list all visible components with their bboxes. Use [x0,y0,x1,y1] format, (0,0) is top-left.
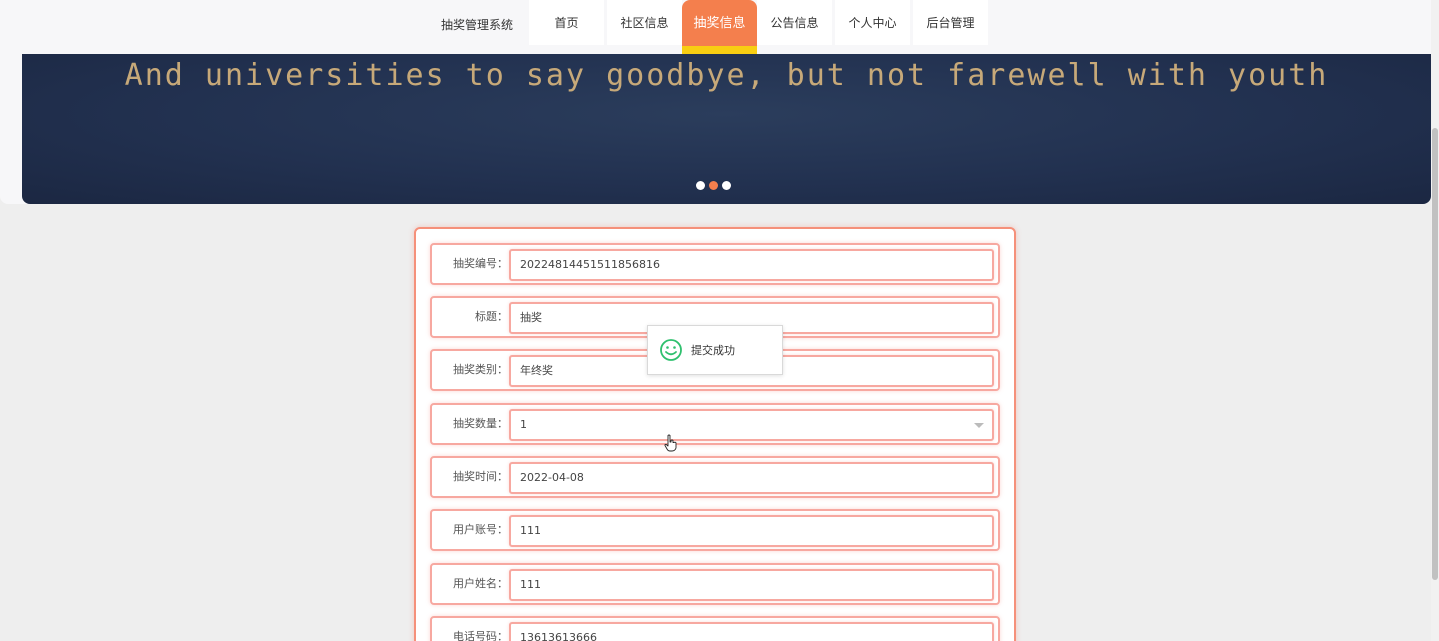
site-brand: 抽奖管理系统 [441,18,514,32]
header-band: 抽奖管理系统 首页 社区信息 抽奖信息 公告信息 个人中心 后台管理 And u… [0,0,1431,204]
chevron-down-icon[interactable] [974,423,984,428]
quantity-select[interactable]: 1 [509,409,994,441]
nav-item-community[interactable]: 社区信息 [607,0,682,45]
form-row-time: 抽奖时间： 2022-04-08 [430,456,1000,498]
form-row-phone: 电话号码： 13613613666 [430,616,1000,641]
carousel-dot-3[interactable] [722,181,731,190]
carousel-indicators [696,181,731,190]
form-row-username: 用户姓名： 111 [430,563,1000,605]
nav-item-announcement[interactable]: 公告信息 [757,0,832,45]
nav-item-profile[interactable]: 个人中心 [835,0,910,45]
nav-item-home[interactable]: 首页 [529,0,604,45]
user-name-field[interactable]: 111 [509,569,994,601]
hand-pointer-icon [664,434,677,452]
banner-carousel: And universities to say goodbye, but not… [22,54,1431,204]
field-label: 用户姓名： [453,577,508,590]
field-label: 电话号码： [453,630,508,641]
carousel-dot-2[interactable] [709,181,718,190]
phone-field[interactable]: 13613613666 [509,622,994,641]
nav-item-lottery[interactable]: 抽奖信息 [682,0,757,54]
smile-icon [660,339,682,361]
field-label: 用户账号： [453,523,508,536]
scrollbar-thumb[interactable] [1432,128,1438,580]
form-row-account: 用户账号： 111 [430,509,1000,551]
lottery-number-field[interactable]: 20224814451511856816 [509,249,994,281]
toast-message: 提交成功 [691,344,735,357]
success-toast: 提交成功 [647,325,783,375]
field-label: 抽奖类别： [453,363,508,376]
lottery-detail-form: 抽奖编号： 20224814451511856816 标题： 抽奖 抽奖类别： … [414,227,1016,641]
field-label: 抽奖时间： [453,470,508,483]
field-label: 标题： [475,310,508,323]
field-label: 抽奖编号： [453,257,508,270]
nav-item-admin[interactable]: 后台管理 [913,0,988,45]
main-nav: 抽奖管理系统 首页 社区信息 抽奖信息 公告信息 个人中心 后台管理 [0,0,1431,54]
lottery-time-field[interactable]: 2022-04-08 [509,462,994,494]
banner-caption: And universities to say goodbye, but not… [124,58,1329,93]
form-row-lottery-number: 抽奖编号： 20224814451511856816 [430,243,1000,285]
user-account-field[interactable]: 111 [509,515,994,547]
carousel-dot-1[interactable] [696,181,705,190]
form-row-quantity: 抽奖数量： 1 [430,403,1000,445]
quantity-select-value: 1 [520,418,527,431]
page-scrollbar[interactable] [1431,0,1439,641]
field-label: 抽奖数量： [453,417,508,430]
